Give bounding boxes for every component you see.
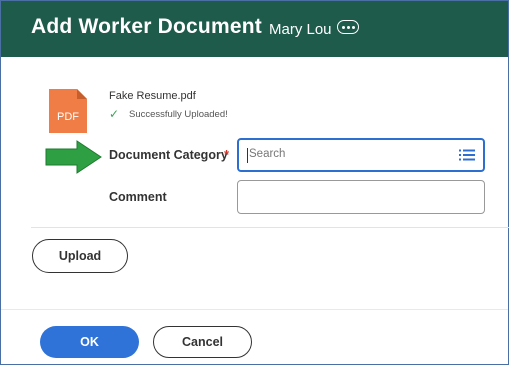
ok-button[interactable]: OK <box>40 326 139 358</box>
cancel-button[interactable]: Cancel <box>153 326 252 358</box>
dialog-header: Add Worker Document Mary Lou <box>1 1 508 57</box>
search-placeholder: Search <box>249 148 286 160</box>
footer-divider <box>1 309 508 310</box>
comment-label: Comment <box>109 190 167 204</box>
ellipsis-icon[interactable] <box>337 20 359 34</box>
worker-name[interactable]: Mary Lou <box>269 21 332 38</box>
annotation-arrow-icon <box>45 140 102 174</box>
check-icon: ✓ <box>109 107 120 121</box>
upload-status: Successfully Uploaded! <box>129 109 228 120</box>
add-worker-document-dialog: Add Worker Document Mary Lou PDF Fake Re… <box>0 0 509 365</box>
document-category-label: Document Category <box>109 148 228 162</box>
upload-button[interactable]: Upload <box>32 239 128 273</box>
file-name[interactable]: Fake Resume.pdf <box>109 90 196 102</box>
text-caret <box>247 148 248 163</box>
divider <box>31 227 509 228</box>
document-category-search-input[interactable]: Search <box>237 138 485 172</box>
list-prompt-icon[interactable] <box>459 149 475 161</box>
pdf-icon-label: PDF <box>57 111 79 123</box>
required-marker: * <box>224 147 230 162</box>
comment-field[interactable] <box>237 180 485 214</box>
dialog-title: Add Worker Document <box>31 15 262 38</box>
